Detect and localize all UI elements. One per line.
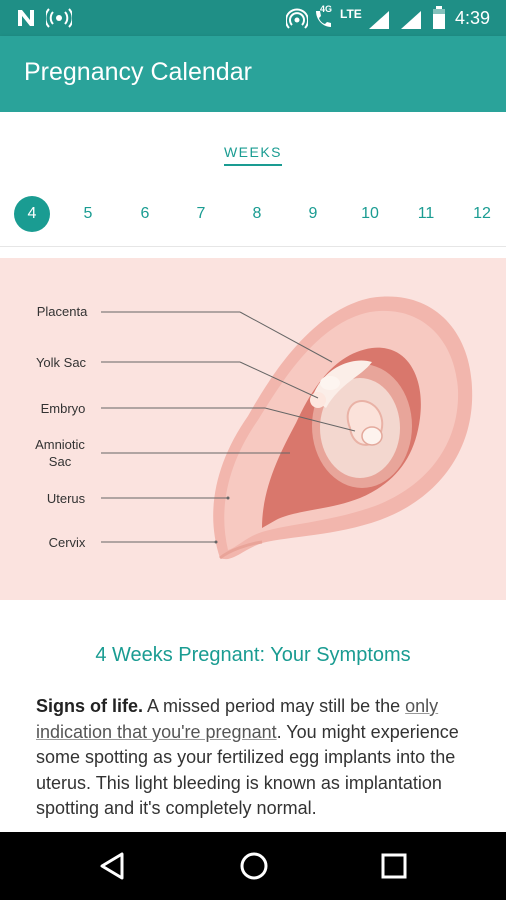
scroll-content[interactable]: WEEKS 4 5 6 7 8 9 10 11 12 Placenta Yolk… [0,112,506,832]
week-11[interactable]: 11 [408,196,444,232]
label-amniotic-line1: Amniotic [35,437,85,452]
back-icon[interactable] [96,849,130,883]
label-amniotic-line2: Sac [48,454,72,469]
signal-icon [369,11,389,29]
week-9[interactable]: 9 [295,196,331,232]
week-4[interactable]: 4 [14,196,50,232]
status-bar: 4G LTE 4:39 [0,0,506,36]
status-time: 4:39 [455,8,491,28]
week-5[interactable]: 5 [70,196,106,232]
week-10[interactable]: 10 [352,196,388,232]
week-selector[interactable]: 4 5 6 7 8 9 10 11 12 [0,196,506,232]
app-bar: Pregnancy Calendar [0,36,506,112]
signal-icon-2 [401,11,421,29]
week-6[interactable]: 6 [127,196,163,232]
week-7[interactable]: 7 [183,196,219,232]
tab-weeks[interactable]: WEEKS [0,144,506,166]
recents-icon[interactable] [377,849,411,883]
network-type-indicator: LTE [340,7,362,21]
label-amniotic-sac: Amniotic Sac [28,436,92,470]
tab-weeks-label: WEEKS [223,144,283,166]
broadcast-icon [46,8,72,28]
article-text-1: A missed period may still be the [143,696,406,716]
hotspot-icon [286,8,308,29]
divider [0,246,506,247]
label-embryo: Embryo [40,401,86,416]
navigation-bar [0,832,506,900]
data-type-indicator: 4G [320,4,333,14]
battery-icon [433,6,445,29]
label-uterus: Uterus [46,491,86,506]
home-icon[interactable] [237,849,271,883]
label-yolk-sac: Yolk Sac [35,355,87,370]
n-notification-icon [18,10,34,26]
week-8[interactable]: 8 [239,196,275,232]
label-placenta: Placenta [36,304,88,319]
article-lead: Signs of life. [36,696,144,716]
label-cervix: Cervix [48,535,86,550]
article-body: Signs of life. A missed period may still… [36,694,476,822]
article-heading: 4 Weeks Pregnant: Your Symptoms [95,644,411,666]
fetal-development-illustration: Placenta Yolk Sac Embryo Amniotic Sac Ut… [0,258,506,600]
app-title: Pregnancy Calendar [24,58,252,86]
week-12[interactable]: 12 [464,196,500,232]
